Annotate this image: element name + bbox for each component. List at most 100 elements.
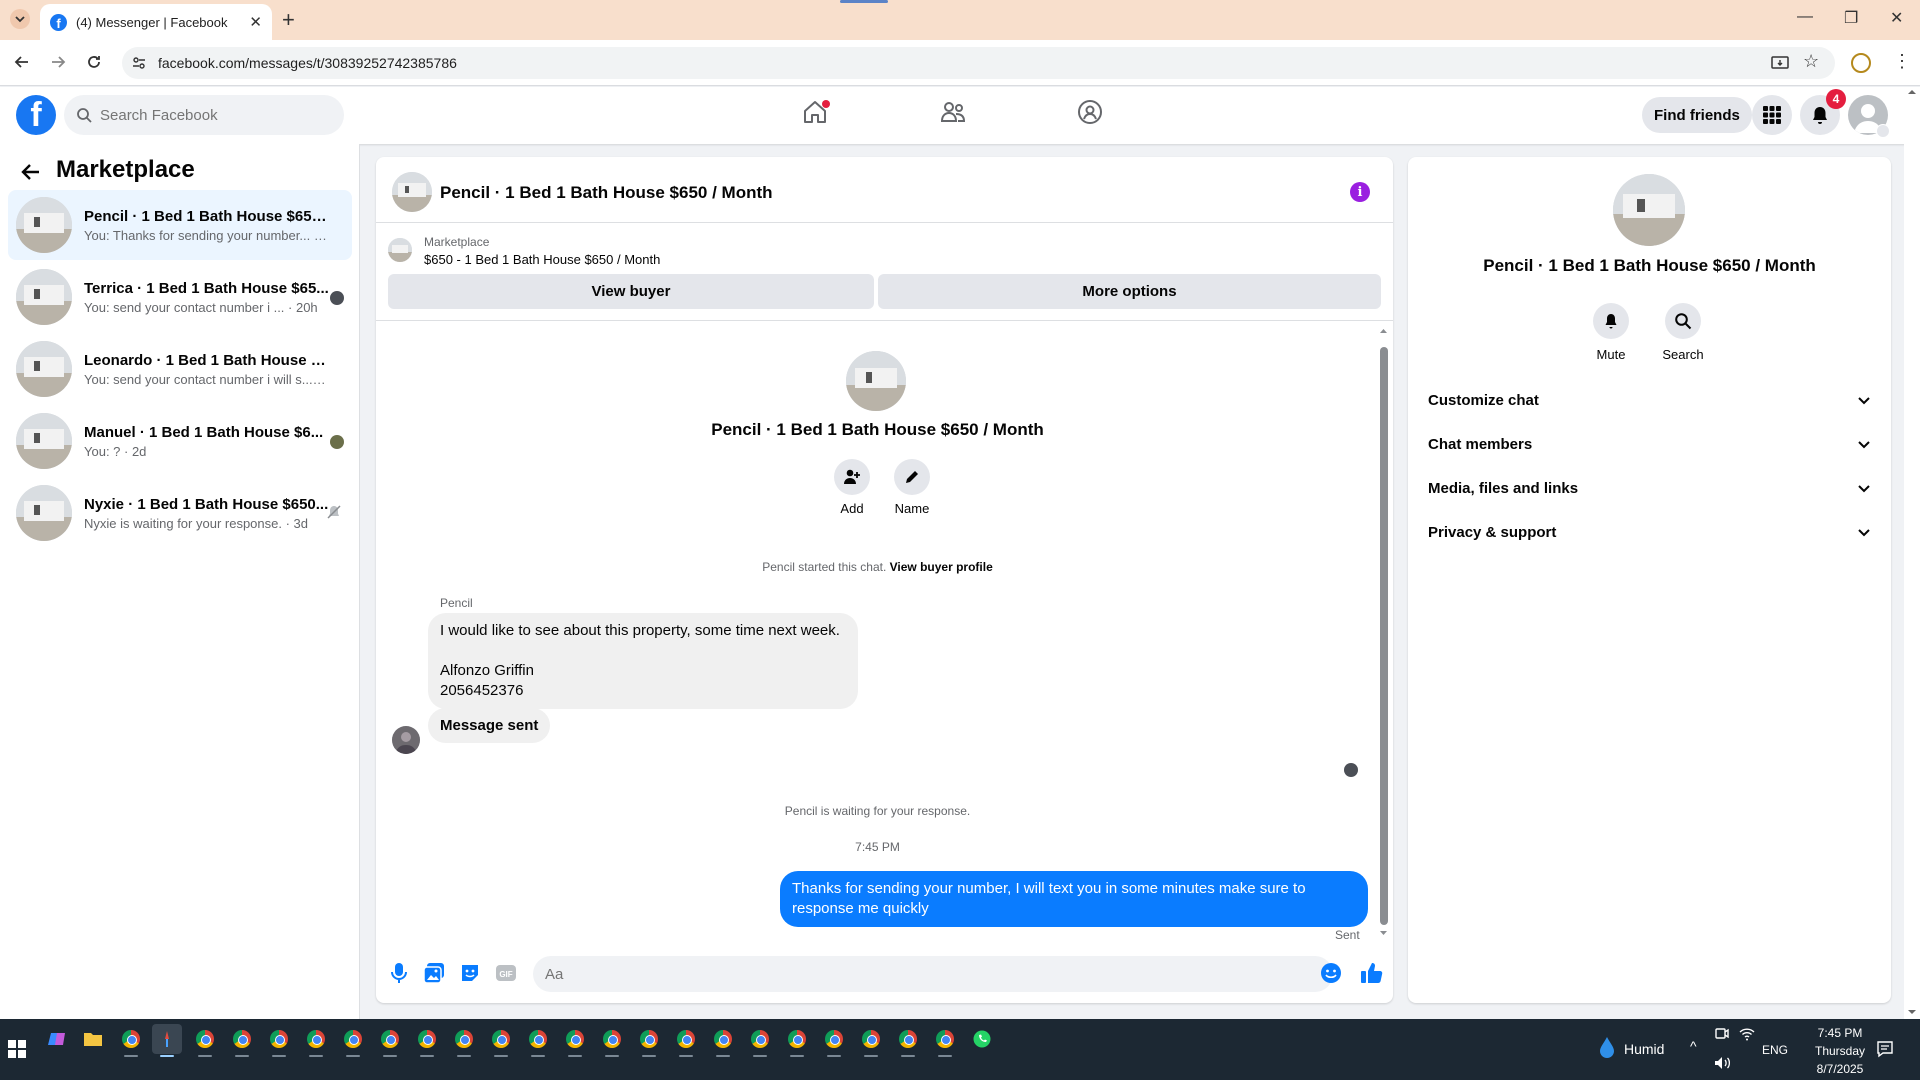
more-options-button[interactable]: More options xyxy=(878,274,1381,309)
taskbar-chrome-app[interactable] xyxy=(227,1024,257,1057)
conversation-item[interactable]: Pencil · 1 Bed 1 Bath House $650 / ... Y… xyxy=(8,190,352,260)
section-media-files-links[interactable]: Media, files and links xyxy=(1424,470,1876,506)
sender-avatar[interactable] xyxy=(392,726,420,754)
whatsapp-icon[interactable] xyxy=(967,1024,997,1054)
name-chat-button[interactable]: Name xyxy=(882,459,942,516)
conversation-item[interactable]: Manuel · 1 Bed 1 Bath House $6... You: ?… xyxy=(8,406,352,476)
incoming-message-bubble[interactable]: I would like to see about this property,… xyxy=(428,613,858,709)
account-chevron-icon[interactable] xyxy=(1876,124,1890,138)
taskbar-chrome-app[interactable] xyxy=(671,1024,701,1057)
wifi-icon[interactable] xyxy=(1739,1026,1755,1042)
taskbar-active-app[interactable] xyxy=(152,1024,182,1057)
taskbar-chrome-app[interactable] xyxy=(597,1024,627,1057)
chrome-icon xyxy=(714,1030,732,1048)
close-window-button[interactable]: ✕ xyxy=(1890,8,1903,28)
facebook-logo[interactable]: f xyxy=(16,95,56,135)
volume-icon[interactable] xyxy=(1714,1055,1732,1071)
address-bar[interactable]: facebook.com/messages/t/3083925274238578… xyxy=(122,47,1835,79)
profile-icon[interactable] xyxy=(1851,53,1871,73)
weather-drop-icon[interactable] xyxy=(1598,1036,1616,1060)
incoming-message-bubble[interactable]: Message sent xyxy=(428,708,551,743)
taskbar-chrome-app[interactable] xyxy=(301,1024,331,1057)
taskbar-chrome-app[interactable] xyxy=(523,1024,553,1057)
windows-start-button[interactable] xyxy=(8,1040,26,1058)
outgoing-message-bubble[interactable]: Thanks for sending your number, I will t… xyxy=(780,871,1368,927)
browser-tab-active[interactable]: f (4) Messenger | Facebook ✕ xyxy=(40,4,272,40)
taskbar-chrome-app[interactable] xyxy=(930,1024,960,1057)
taskbar-chrome-app[interactable] xyxy=(449,1024,479,1057)
friends-nav[interactable] xyxy=(939,98,967,126)
taskbar-chrome-app[interactable] xyxy=(819,1024,849,1057)
section-chat-members[interactable]: Chat members xyxy=(1424,426,1876,462)
taskbar-chrome-app[interactable] xyxy=(412,1024,442,1057)
add-member-button[interactable]: Add xyxy=(822,459,882,516)
copilot-icon[interactable] xyxy=(42,1024,72,1054)
find-friends-button[interactable]: Find friends xyxy=(1642,97,1752,133)
facebook-search[interactable] xyxy=(64,95,344,135)
attach-photo-button[interactable] xyxy=(423,962,445,984)
reload-button[interactable] xyxy=(84,52,104,72)
chat-scrollbar-thumb[interactable] xyxy=(1380,347,1388,925)
notification-center-icon[interactable] xyxy=(1876,1040,1894,1058)
taskbar-chrome-app[interactable] xyxy=(782,1024,812,1057)
info-icon[interactable]: i xyxy=(1350,182,1370,202)
listing-thumbnail xyxy=(16,341,72,397)
new-tab-button[interactable]: + xyxy=(282,7,295,33)
taskbar-chrome-app[interactable] xyxy=(856,1024,886,1057)
taskbar-chrome-app[interactable] xyxy=(375,1024,405,1057)
page-scrollbar[interactable] xyxy=(1904,87,1920,1019)
taskbar-chrome-app[interactable] xyxy=(486,1024,516,1057)
message-input[interactable] xyxy=(533,956,1333,992)
input-language[interactable]: ENG xyxy=(1762,1043,1788,1057)
taskbar-chrome-app[interactable] xyxy=(634,1024,664,1057)
taskbar-clock[interactable]: 7:45 PM Thursday 8/7/2025 xyxy=(1806,1024,1874,1078)
mute-button[interactable]: Mute xyxy=(1576,303,1646,362)
details-avatar xyxy=(1613,174,1685,246)
back-arrow-button[interactable] xyxy=(20,161,42,183)
grid-menu-icon xyxy=(1763,106,1781,124)
taskbar-chrome-app[interactable] xyxy=(745,1024,775,1057)
forward-button[interactable] xyxy=(48,52,68,72)
weather-text[interactable]: Humid xyxy=(1624,1041,1664,1057)
taskbar-chrome-app[interactable] xyxy=(190,1024,220,1057)
restore-button[interactable]: ❐ xyxy=(1844,8,1858,28)
site-info-icon[interactable] xyxy=(131,55,147,71)
file-explorer-icon[interactable] xyxy=(78,1024,108,1054)
menu-button[interactable] xyxy=(1752,95,1792,135)
like-button[interactable] xyxy=(1360,961,1384,985)
section-privacy-support[interactable]: Privacy & support xyxy=(1424,514,1876,550)
facebook-search-input[interactable] xyxy=(100,106,320,124)
section-customize-chat[interactable]: Customize chat xyxy=(1424,382,1876,418)
sticker-button[interactable] xyxy=(459,962,481,984)
listing-title[interactable]: $650 - 1 Bed 1 Bath House $650 / Month xyxy=(424,252,660,267)
install-app-icon[interactable] xyxy=(1770,53,1790,73)
voice-clip-button[interactable] xyxy=(389,962,409,984)
taskbar-chrome-app[interactable] xyxy=(893,1024,923,1057)
groups-nav[interactable] xyxy=(1076,98,1104,126)
view-buyer-profile-link[interactable]: View buyer profile xyxy=(890,560,993,574)
bookmark-star-icon[interactable]: ☆ xyxy=(1803,51,1819,72)
conversation-item[interactable]: Nyxie · 1 Bed 1 Bath House $650... Nyxie… xyxy=(8,478,352,548)
taskbar-chrome-app[interactable] xyxy=(338,1024,368,1057)
back-button[interactable] xyxy=(12,52,32,72)
taskbar-chrome-app[interactable] xyxy=(264,1024,294,1057)
chat-header-avatar[interactable] xyxy=(392,172,432,212)
tab-search-button[interactable] xyxy=(10,9,30,29)
gif-button[interactable]: GIF xyxy=(495,962,517,984)
taskbar-chrome-app[interactable] xyxy=(708,1024,738,1057)
taskbar-chrome-app[interactable] xyxy=(560,1024,590,1057)
chat-title[interactable]: Pencil · 1 Bed 1 Bath House $650 / Month xyxy=(440,183,773,203)
tab-close-icon[interactable]: ✕ xyxy=(249,13,262,31)
conversation-item[interactable]: Leonardo · 1 Bed 1 Bath House $65... You… xyxy=(8,334,352,404)
browser-menu-icon[interactable]: ⋮ xyxy=(1893,51,1911,72)
search-in-conversation-button[interactable]: Search xyxy=(1648,303,1718,362)
conversation-item[interactable]: Terrica · 1 Bed 1 Bath House $65... You:… xyxy=(8,262,352,332)
view-buyer-button[interactable]: View buyer xyxy=(388,274,874,309)
emoji-button[interactable] xyxy=(1320,962,1342,984)
meet-now-icon[interactable] xyxy=(1714,1026,1730,1042)
thumbs-up-icon xyxy=(1361,963,1383,983)
minimize-button[interactable]: — xyxy=(1797,8,1813,26)
tray-overflow-icon[interactable]: ^ xyxy=(1690,1038,1697,1054)
taskbar-chrome-app[interactable] xyxy=(116,1024,146,1057)
message-line: Alfonzo Griffin xyxy=(440,662,534,679)
